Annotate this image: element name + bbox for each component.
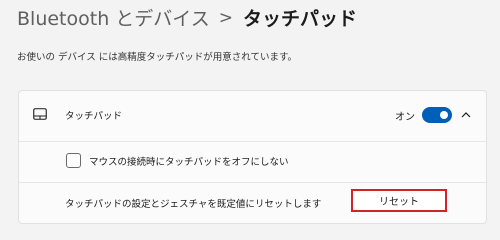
reset-option-row: タッチパッドの設定とジェスチャを既定値にリセットします リセット	[19, 183, 486, 223]
checkbox-label[interactable]: マウスの接続時にタッチパッドをオフにしない	[89, 154, 289, 168]
keep-touchpad-on-checkbox[interactable]	[66, 153, 81, 168]
toggle-state-label: オン	[395, 112, 415, 123]
toggle-knob	[440, 111, 448, 119]
breadcrumb: Bluetooth とデバイス > タッチパッド	[17, 4, 357, 31]
touchpad-icon	[33, 108, 47, 120]
reset-description: タッチパッドの設定とジェスチャを既定値にリセットします	[65, 199, 322, 210]
page-title: タッチパッド	[242, 8, 357, 30]
chevron-up-icon[interactable]	[460, 110, 472, 120]
touchpad-label: タッチパッド	[65, 111, 123, 122]
page-description: お使いの デバイス には高精度タッチパッドが用意されています。	[17, 52, 298, 63]
touchpad-header-row[interactable]: タッチパッド オン	[19, 91, 486, 142]
reset-button[interactable]: リセット	[351, 189, 447, 212]
touchpad-toggle[interactable]	[422, 107, 452, 123]
breadcrumb-separator: >	[218, 7, 233, 28]
touchpad-settings-card: タッチパッド オン マウスの接続時にタッチパッドをオフにしない タッチパッドの設…	[18, 90, 487, 224]
breadcrumb-parent-link[interactable]: Bluetooth とデバイス	[17, 4, 210, 31]
mouse-connected-option-row: マウスの接続時にタッチパッドをオフにしない	[19, 142, 486, 183]
